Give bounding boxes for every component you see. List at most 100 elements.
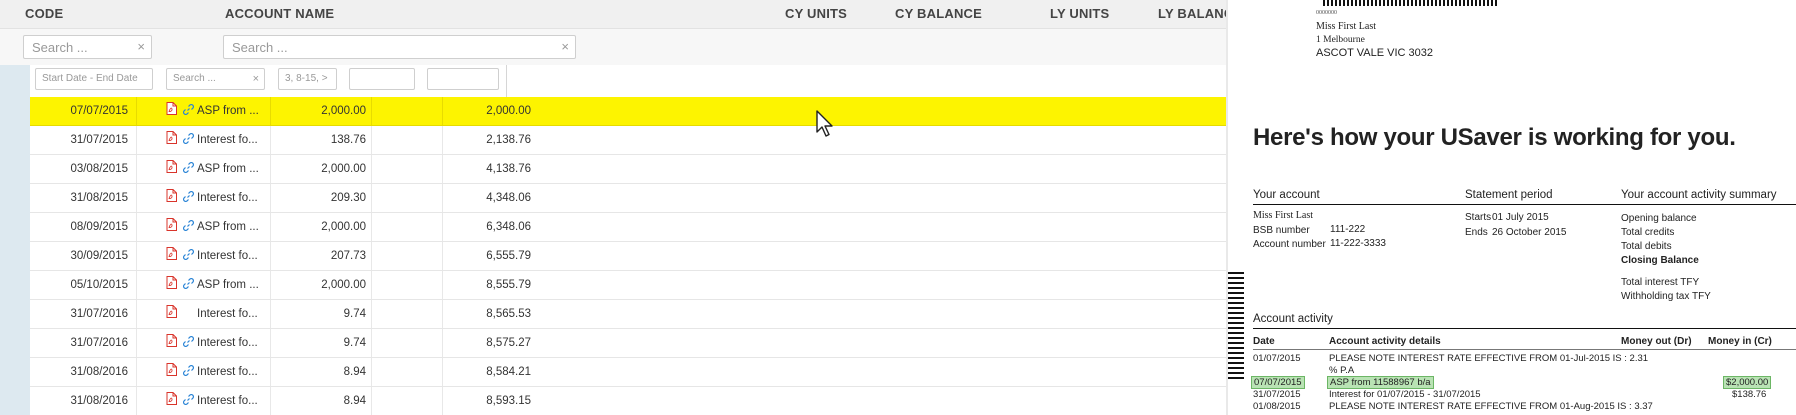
column-header-ly-units[interactable]: LY UNITS	[1050, 6, 1109, 21]
description-filter-placeholder: Search ...	[173, 73, 216, 84]
activity-header-rule	[1253, 349, 1796, 350]
activity-summary-heading: Your account activity summary	[1621, 189, 1777, 201]
row-balance: 8,593.15	[486, 395, 531, 407]
column-header-cy-units[interactable]: CY UNITS	[785, 6, 847, 21]
table-row[interactable]: 30/09/2015 Interest fo... 207.73 6,555.79	[30, 242, 1226, 271]
pdf-file-icon[interactable]	[166, 359, 178, 387]
address-reference: 0000000	[1316, 10, 1337, 16]
table-row[interactable]: 31/08/2016 Interest fo... 8.94 8,584.21	[30, 358, 1226, 387]
mouse-pointer-icon	[816, 110, 833, 137]
filter-row: Start Date - End Date Search ... × 3, 8-…	[30, 65, 507, 97]
period-starts-value: 01 July 2015	[1492, 212, 1549, 223]
link-icon[interactable]	[183, 272, 195, 300]
ledger-panel: CODE ACCOUNT NAME CY UNITS CY BALANCE LY…	[0, 0, 1226, 415]
period-starts-label: Starts	[1465, 212, 1492, 223]
account-holder-name: Miss First Last	[1253, 210, 1314, 221]
date-range-filter[interactable]: Start Date - End Date	[35, 68, 153, 90]
row-amount: 2,000.00	[321, 163, 366, 175]
row-date: 07/07/2015	[70, 105, 128, 117]
amount-filter-value: 3, 8-15, >	[285, 73, 328, 84]
your-account-heading: Your account	[1253, 189, 1320, 201]
statement-preview: 0000000 Miss First Last 1 Melbourne ASCO…	[1228, 0, 1796, 415]
column-header-code[interactable]: CODE	[25, 6, 63, 21]
link-icon[interactable]	[183, 127, 195, 155]
link-icon[interactable]	[183, 156, 195, 184]
column-header-cy-balance[interactable]: CY BALANCE	[895, 6, 982, 21]
row-balance: 4,138.76	[486, 163, 531, 175]
account-number-value: 11-222-3333	[1330, 238, 1386, 249]
address-street: 1 Melbourne	[1316, 35, 1365, 45]
table-row[interactable]: 31/08/2016 Interest fo... 8.94 8,593.15	[30, 387, 1226, 415]
bsb-value: 111-222	[1330, 224, 1366, 235]
pdf-file-icon[interactable]	[166, 330, 178, 358]
pdf-file-icon[interactable]	[166, 272, 178, 300]
total-interest-label: Total interest TFY	[1621, 277, 1700, 288]
link-icon[interactable]	[183, 388, 195, 415]
pdf-file-icon[interactable]	[166, 214, 178, 242]
row-date: 30/09/2015	[70, 250, 128, 262]
pdf-file-icon[interactable]	[166, 185, 178, 213]
clear-account-search-icon[interactable]: ×	[561, 39, 569, 54]
pdf-file-icon[interactable]	[166, 243, 178, 271]
link-icon[interactable]	[183, 359, 195, 387]
code-search-input[interactable]	[24, 36, 132, 58]
money-in-header: Money in (Cr)	[1708, 336, 1772, 347]
activity-date-header: Date	[1253, 336, 1275, 347]
clear-code-search-icon[interactable]: ×	[137, 39, 145, 54]
activity-line-amount-highlighted: $2,000.00	[1722, 376, 1772, 389]
amount-filter[interactable]: 3, 8-15, >	[278, 68, 337, 90]
row-amount: 8.94	[343, 395, 366, 407]
clear-description-filter-icon[interactable]: ×	[253, 69, 259, 89]
date-end-placeholder: End Date	[95, 73, 138, 84]
money-out-header: Money out (Dr)	[1621, 336, 1692, 347]
link-icon[interactable]	[183, 185, 195, 213]
balance-filter-1[interactable]	[349, 68, 415, 90]
activity-line-text: PLEASE NOTE INTEREST RATE EFFECTIVE FROM…	[1329, 401, 1653, 412]
link-icon[interactable]	[183, 330, 195, 358]
pdf-file-icon[interactable]	[166, 301, 178, 329]
row-amount: 9.74	[343, 308, 366, 320]
table-row[interactable]: 03/08/2015 ASP from ... 2,000.00 4,138.76	[30, 155, 1226, 184]
row-balance: 6,348.06	[486, 221, 531, 233]
activity-line-date: 01/08/2015	[1253, 401, 1301, 412]
pdf-file-icon[interactable]	[166, 127, 178, 155]
period-ends-value: 26 October 2015	[1492, 227, 1567, 238]
account-number-label: Account number	[1253, 239, 1326, 250]
table-row[interactable]: 31/07/2016 Interest fo... 9.74 8,575.27	[30, 329, 1226, 358]
row-date: 31/07/2016	[70, 337, 128, 349]
description-filter[interactable]: Search ... ×	[166, 68, 265, 90]
row-amount: 207.73	[330, 250, 366, 262]
bsb-label: BSB number	[1253, 225, 1310, 236]
table-row[interactable]: 07/07/2015 ASP from ... 2,000.00 2,000.00	[30, 97, 1226, 126]
link-icon[interactable]	[183, 98, 195, 126]
column-header-ly-balance[interactable]: LY BALANC	[1158, 6, 1226, 21]
row-date: 31/08/2016	[70, 395, 128, 407]
opening-balance-label: Opening balance	[1621, 213, 1697, 224]
table-row[interactable]: 31/07/2016 Interest fo... 9.74 8,565.53	[30, 300, 1226, 329]
activity-line-text-highlighted: ASP from 11588967 b/a	[1327, 376, 1434, 389]
pdf-file-icon[interactable]	[166, 98, 178, 126]
table-row[interactable]: 08/09/2015 ASP from ... 2,000.00 6,348.06	[30, 213, 1226, 242]
pdf-file-icon[interactable]	[166, 388, 178, 415]
account-activity-heading: Account activity	[1253, 313, 1333, 325]
activity-details-header: Account activity details	[1329, 336, 1441, 347]
row-date: 31/07/2016	[70, 308, 128, 320]
total-debits-label: Total debits	[1621, 241, 1672, 252]
transaction-rows: 07/07/2015 ASP from ... 2,000.00 2,000.00 31…	[30, 97, 1226, 415]
table-row[interactable]: 31/08/2015 Interest fo... 209.30 4,348.06	[30, 184, 1226, 213]
table-row[interactable]: 05/10/2015 ASP from ... 2,000.00 8,555.79	[30, 271, 1226, 300]
activity-line-text: % P.A	[1329, 365, 1355, 376]
column-header-account-name[interactable]: ACCOUNT NAME	[225, 6, 334, 21]
balance-filter-2[interactable]	[427, 68, 499, 90]
date-range-separator: -	[89, 73, 94, 84]
address-name: Miss First Last	[1316, 21, 1377, 32]
activity-line-text: Interest for 01/07/2015 - 31/07/2015	[1329, 389, 1481, 400]
link-icon[interactable]	[183, 214, 195, 242]
row-date: 05/10/2015	[70, 279, 128, 291]
row-amount: 138.76	[330, 134, 366, 146]
pdf-file-icon[interactable]	[166, 156, 178, 184]
account-search-input[interactable]	[224, 36, 523, 58]
table-row[interactable]: 31/07/2015 Interest fo... 138.76 2,138.76	[30, 126, 1226, 155]
link-icon[interactable]	[183, 243, 195, 271]
row-amount: 2,000.00	[321, 279, 366, 291]
